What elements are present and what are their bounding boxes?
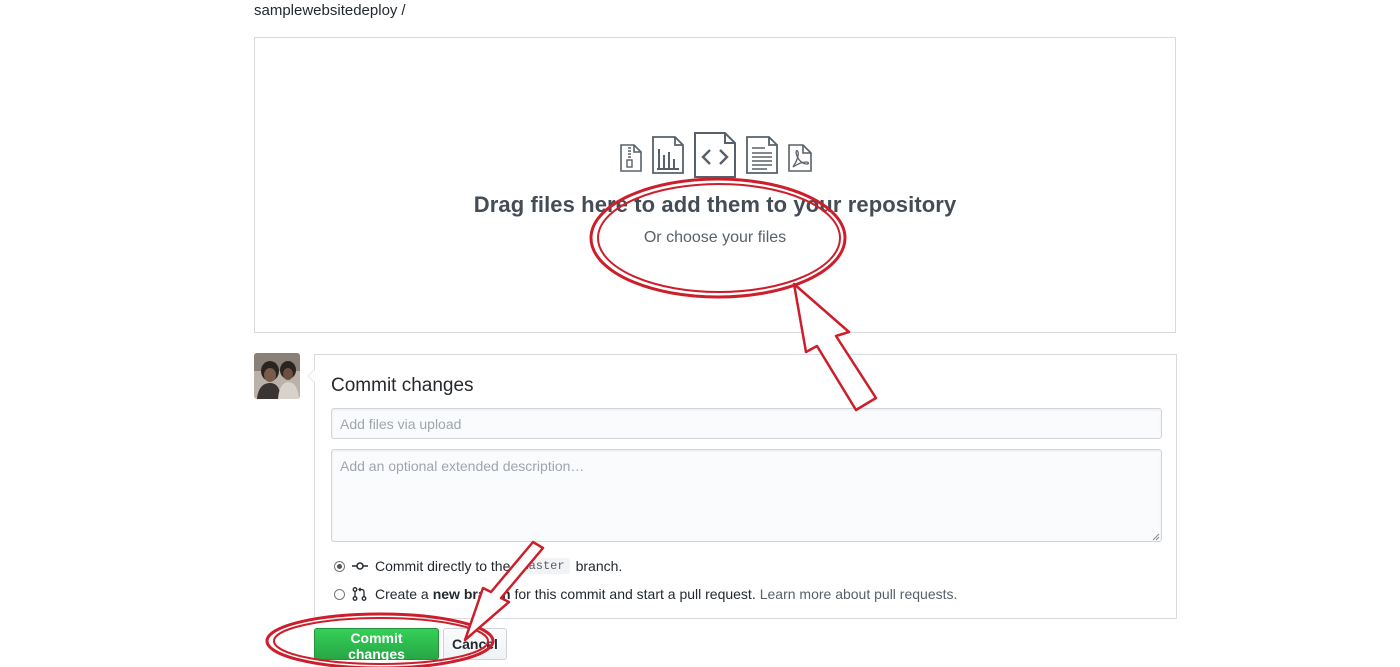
commit-description-input[interactable] (331, 449, 1162, 542)
code-file-icon (694, 132, 736, 178)
chart-file-icon (652, 136, 684, 174)
repo-name-link[interactable]: samplewebsitedeploy (254, 2, 397, 19)
avatar-image (254, 353, 300, 399)
new-branch-strong: new branch (432, 586, 511, 602)
drop-zone-title: Drag files here to add them to your repo… (473, 192, 957, 217)
zip-file-icon (620, 144, 642, 172)
cancel-button[interactable]: Cancel (443, 628, 507, 660)
file-drop-zone[interactable]: Drag files here to add them to your repo… (254, 37, 1176, 333)
pull-request-icon (352, 587, 367, 601)
choose-files-link[interactable]: Or choose your files (255, 229, 1175, 247)
commit-heading: Commit changes (331, 375, 474, 396)
text-file-icon (746, 136, 778, 174)
breadcrumb: samplewebsitedeploy / (254, 2, 406, 19)
pdf-file-icon (788, 144, 812, 172)
breadcrumb-separator: / (401, 2, 406, 19)
commit-summary-input[interactable] (331, 408, 1162, 439)
branch-name-badge: master (516, 558, 570, 574)
file-type-icons (619, 131, 815, 181)
avatar[interactable] (254, 353, 300, 399)
new-branch-radio[interactable] (334, 588, 345, 600)
new-branch-prefix: Create a (375, 586, 429, 602)
commit-direct-label: Commit directly to the (375, 558, 511, 574)
learn-more-pull-requests-link[interactable]: Learn more about pull requests. (760, 586, 958, 602)
new-branch-option[interactable]: Create a new branch for this commit and … (334, 586, 957, 602)
git-commit-icon (352, 562, 368, 570)
commit-direct-radio[interactable] (334, 560, 345, 572)
new-branch-suffix: for this commit and start a pull request… (514, 586, 756, 602)
commit-direct-option[interactable]: Commit directly to the master branch. (334, 558, 622, 574)
resize-handle-icon[interactable] (1152, 533, 1160, 541)
commit-changes-button[interactable]: Commit changes (314, 628, 439, 662)
commit-form: Commit changes Commit directly to the ma… (307, 354, 1177, 619)
commit-direct-suffix: branch. (575, 558, 623, 574)
